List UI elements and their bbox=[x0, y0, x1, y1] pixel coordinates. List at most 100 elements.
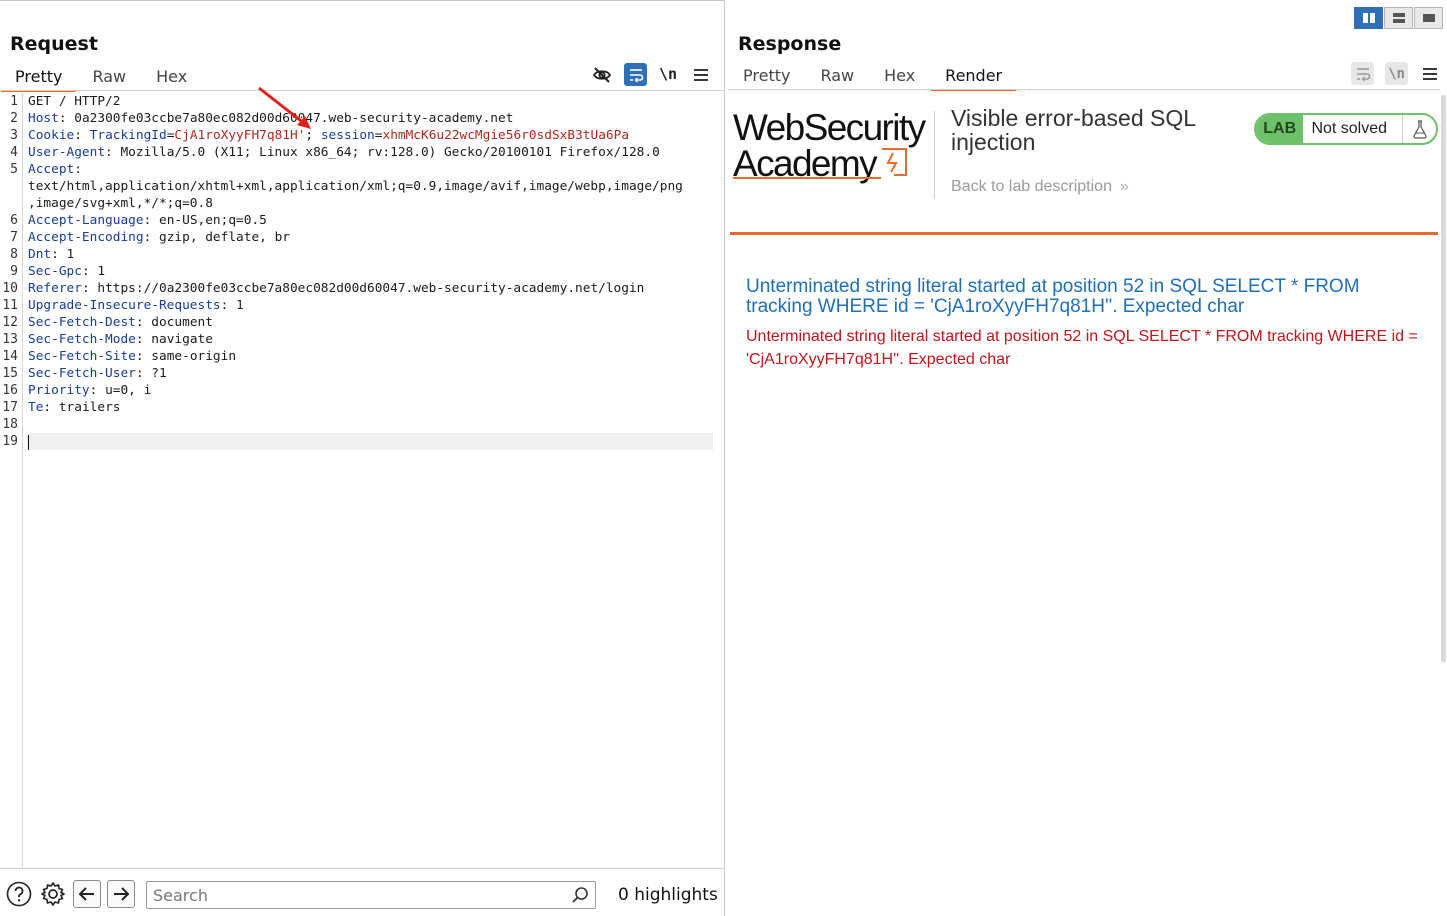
line-number: 8 bbox=[10, 247, 18, 262]
header-name: Sec-Gpc bbox=[28, 264, 82, 279]
response-title: Response bbox=[738, 33, 842, 55]
line-number: 15 bbox=[2, 366, 18, 381]
wrap-lines-icon[interactable] bbox=[1351, 62, 1374, 85]
header-name: Accept-Language bbox=[28, 213, 144, 228]
header-name: Accept bbox=[28, 162, 75, 177]
newline-icon[interactable]: \n bbox=[1385, 62, 1408, 85]
wrap-lines-icon[interactable] bbox=[624, 63, 647, 86]
request-line: Accept: bbox=[28, 161, 714, 178]
double-chevron-icon: » bbox=[1119, 178, 1129, 195]
request-line: Sec-Fetch-User: ?1 bbox=[28, 365, 714, 382]
header-separator: : bbox=[74, 162, 82, 177]
annotation-arrow-icon bbox=[258, 86, 311, 129]
header-value: trailers bbox=[58, 400, 121, 415]
header-value: https://0a2300fe03ccbe7a80ec082d00d60047… bbox=[97, 281, 645, 296]
line-number bbox=[0, 195, 22, 212]
line-number: 12 bbox=[2, 315, 18, 330]
newline-icon[interactable]: \n bbox=[657, 63, 679, 85]
request-line: Upgrade-Insecure-Requests: 1 bbox=[28, 297, 714, 314]
request-editor[interactable]: GET / HTTP/2 Host: 0a2300fe03ccbe7a80ec08… bbox=[28, 93, 714, 450]
line-number: 14 bbox=[2, 349, 18, 364]
request-tab-raw[interactable]: Raw bbox=[78, 67, 140, 89]
layout-single-icon[interactable] bbox=[1414, 7, 1443, 29]
request-line: Accept-Language: en-US,en;q=0.5 bbox=[28, 212, 714, 229]
line-number: 13 bbox=[2, 332, 18, 347]
search-input[interactable] bbox=[147, 882, 557, 908]
header-value: same-origin bbox=[151, 349, 237, 364]
back-arrow-icon[interactable] bbox=[73, 880, 101, 908]
header-value: navigate bbox=[151, 332, 213, 347]
request-tab-hex[interactable]: Hex bbox=[142, 67, 201, 89]
lab-badge: LAB bbox=[1256, 115, 1304, 143]
header-separator: : bbox=[58, 111, 75, 126]
header-separator: : bbox=[220, 298, 237, 313]
header-separator: : bbox=[81, 264, 98, 279]
forward-arrow-icon[interactable] bbox=[107, 880, 135, 908]
line-number: 1 bbox=[10, 94, 18, 109]
header-value: text/html,application/xhtml+xml,applicat… bbox=[28, 179, 683, 194]
response-scrollbar[interactable] bbox=[1441, 95, 1446, 662]
header-separator: : bbox=[43, 400, 59, 415]
layout-split-icon[interactable] bbox=[1354, 7, 1383, 29]
header-value: en-US,en;q=0.5 bbox=[159, 213, 267, 228]
highlights-count: 0 highlights bbox=[618, 885, 718, 905]
layout-stack-icon[interactable] bbox=[1384, 7, 1413, 29]
header-separator: : bbox=[135, 332, 152, 347]
menu-icon[interactable] bbox=[690, 64, 712, 86]
header-value: 1 bbox=[66, 247, 75, 262]
header-name: Cookie bbox=[28, 128, 75, 143]
request-line: Dnt: 1 bbox=[28, 246, 714, 263]
response-tab-hex[interactable]: Hex bbox=[870, 66, 929, 88]
header-separator: : bbox=[135, 366, 152, 381]
header-name: User-Agent bbox=[28, 145, 106, 160]
line-number: 9 bbox=[10, 264, 18, 279]
request-line: Sec-Gpc: 1 bbox=[28, 263, 714, 280]
request-line: ,image/svg+xml,*/*;q=0.8 bbox=[28, 195, 714, 212]
back-to-lab-link[interactable]: Back to lab description » bbox=[951, 178, 1129, 196]
header-name: Referer bbox=[28, 281, 82, 296]
menu-icon[interactable] bbox=[1419, 63, 1441, 85]
response-tab-render[interactable]: Render bbox=[931, 66, 1017, 91]
line-number: 6 bbox=[10, 213, 18, 228]
response-tab-pretty[interactable]: Pretty bbox=[729, 66, 804, 88]
header-name: Priority bbox=[28, 383, 90, 398]
request-line: Sec-Fetch-Mode: navigate bbox=[28, 331, 714, 348]
header-separator: : bbox=[51, 247, 67, 262]
error-message: Unterminated string literal started at p… bbox=[746, 328, 1418, 368]
header-value: ?1 bbox=[151, 366, 167, 381]
request-line bbox=[28, 433, 714, 450]
header-value: 1 bbox=[97, 264, 106, 279]
request-title: Request bbox=[10, 33, 98, 55]
response-tab-raw[interactable]: Raw bbox=[806, 66, 868, 88]
request-line: text/html,application/xhtml+xml,applicat… bbox=[28, 178, 714, 195]
gear-icon[interactable] bbox=[39, 880, 67, 908]
request-line: Priority: u=0, i bbox=[28, 382, 714, 399]
layout-toggles bbox=[1354, 7, 1444, 29]
header-separator: : bbox=[135, 349, 152, 364]
line-number: 5 bbox=[10, 162, 18, 177]
header-value: ,image/svg+xml,*/*;q=0.8 bbox=[28, 196, 213, 211]
request-tabs: Pretty Raw Hex bbox=[1, 67, 203, 92]
header-separator: : bbox=[74, 128, 90, 143]
search-field bbox=[146, 881, 596, 909]
line-number: 19 bbox=[2, 434, 18, 449]
line-number: 10 bbox=[2, 281, 18, 296]
request-line: User-Agent: Mozilla/5.0 (X11; Linux x86_… bbox=[28, 144, 714, 161]
hide-eye-icon[interactable] bbox=[591, 64, 613, 86]
logo-text-line2: Academy bbox=[733, 142, 878, 184]
web-security-academy-logo[interactable]: WebSecurity Academy bbox=[733, 109, 933, 184]
line-number-gutter: 1 2 3 4 5 6 7 8 9 10 11 12 13 14 15 16 17 18 19 bbox=[0, 93, 23, 868]
lab-header-divider bbox=[934, 111, 935, 199]
back-to-lab-label: Back to lab description bbox=[951, 178, 1112, 195]
lab-status-widget: LAB Not solved bbox=[1254, 113, 1438, 145]
request-tab-pretty[interactable]: Pretty bbox=[1, 67, 77, 92]
search-icon[interactable] bbox=[571, 886, 589, 908]
request-line: Referer: https://0a2300fe03ccbe7a80ec082… bbox=[28, 280, 714, 297]
response-tab-divider bbox=[728, 89, 1440, 90]
header-name: Sec-Fetch-Mode bbox=[28, 332, 136, 347]
line-number: 3 bbox=[10, 128, 18, 143]
header-name: Sec-Fetch-User bbox=[28, 366, 136, 381]
header-name: Dnt bbox=[28, 247, 52, 262]
line-number: 17 bbox=[2, 400, 18, 415]
help-icon[interactable] bbox=[5, 880, 33, 908]
